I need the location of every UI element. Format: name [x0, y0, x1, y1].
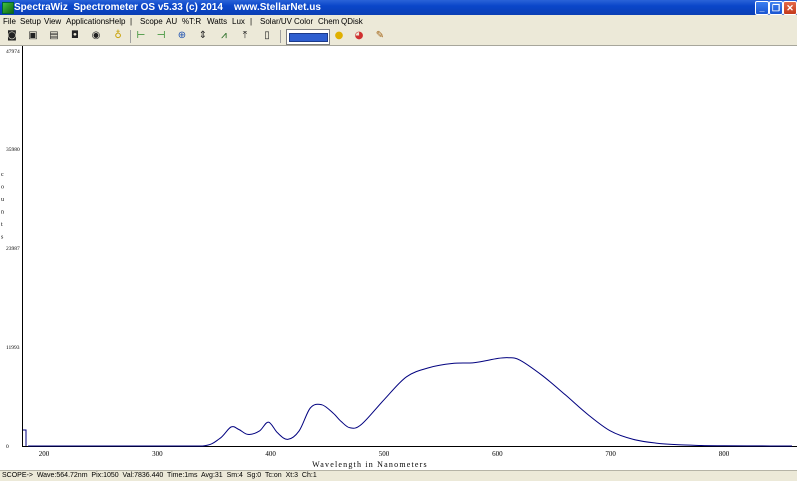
camera-icon[interactable]: ◙: [5, 29, 19, 43]
menu-lux[interactable]: Lux: [232, 15, 245, 28]
page-icon[interactable]: ▯: [260, 29, 274, 43]
x-tick-labels: 200 300 400 500 600 700 800: [39, 450, 730, 458]
status-bar: SCOPE-> Wave:564.72nm Pix:1050 Val:7836.…: [0, 470, 797, 481]
menu-separator: |: [130, 17, 133, 26]
y-axis-label-letter: o: [1, 185, 4, 191]
snapshot-icon[interactable]: ◘: [68, 29, 82, 43]
y-tick-labels: 0 11993 23987 35980 47974: [6, 49, 20, 450]
title-bar[interactable]: SpectraWiz Spectrometer OS v5.33 (c) 201…: [0, 0, 797, 15]
circle-icon[interactable]: ●: [332, 29, 346, 43]
y-axis-label-letter: t: [1, 222, 3, 228]
toolbar: ◙ ▣ ▤ ◘ ◉ ♁ ⊢ ⊣ ⊕ ⇕ ⩘ ⤒ ▯ ● ◕ ✎: [0, 28, 797, 46]
start-marker: [23, 429, 27, 446]
menu-color[interactable]: Color: [294, 15, 313, 28]
menu-view[interactable]: View: [44, 15, 61, 28]
print-icon[interactable]: ▤: [47, 29, 61, 43]
x-tick-label: 300: [152, 450, 163, 458]
autoscale-y-icon[interactable]: ⇕: [196, 29, 210, 43]
y-axis-label-letter: n: [1, 210, 4, 216]
menu-watts[interactable]: Watts: [207, 15, 227, 28]
x-tick-label: 800: [719, 450, 730, 458]
spectrum-line: [28, 357, 793, 447]
color-swatch-fill: [289, 33, 328, 42]
y-tick-label: 35980: [6, 147, 20, 153]
spectrum-plot[interactable]: 0 11993 23987 35980 47974 200 300 400 500 600 700…: [0, 46, 797, 470]
menu-bar: File Setup View Applications Help | Scop…: [0, 15, 797, 28]
spectrum-chart[interactable]: 0 11993 23987 35980 47974 200 300 400 500 600 700…: [0, 46, 797, 470]
x-tick-label: 600: [492, 450, 503, 458]
cursor-right-icon[interactable]: ⊣: [154, 29, 168, 43]
y-axis-label-letter: u: [1, 197, 4, 203]
x-tick-label: 400: [265, 450, 276, 458]
menu-applications[interactable]: Applications: [66, 15, 109, 28]
menu-au[interactable]: AU: [166, 15, 177, 28]
autoscale-icon[interactable]: ⤒: [238, 29, 252, 43]
zoom-icon[interactable]: ⊕: [175, 29, 189, 43]
menu-solar-uv[interactable]: Solar/UV: [260, 15, 292, 28]
bulb-icon[interactable]: ♁: [111, 29, 125, 43]
toolbar-separator-2: [280, 30, 281, 43]
menu-setup[interactable]: Setup: [20, 15, 41, 28]
color-wheel-icon[interactable]: ◕: [352, 29, 366, 43]
x-tick-label: 700: [605, 450, 616, 458]
menu-help[interactable]: Help: [109, 15, 125, 28]
menu-transmission[interactable]: %T:R: [182, 15, 201, 28]
y-tick-label: 0: [6, 444, 9, 450]
y-axis-label: c ou nt s: [1, 172, 4, 241]
y-tick-label: 47974: [6, 49, 20, 55]
menu-chem[interactable]: Chem: [318, 15, 339, 28]
save-icon[interactable]: ▣: [26, 29, 40, 43]
peak-icon[interactable]: ⩘: [217, 29, 231, 43]
maximize-button[interactable]: ❐: [769, 1, 783, 15]
menu-scope[interactable]: Scope: [140, 15, 163, 28]
color-swatch[interactable]: [286, 29, 330, 45]
eye-icon[interactable]: ◉: [89, 29, 103, 43]
toolbar-separator: [130, 30, 131, 43]
minimize-button[interactable]: _: [755, 1, 769, 15]
y-tick-label: 11993: [6, 345, 20, 351]
x-axis-label: Wavelength in Nanometers: [312, 460, 428, 469]
menu-file[interactable]: File: [3, 15, 16, 28]
menu-separator-2: |: [250, 17, 253, 26]
y-axis-label-letter: c: [1, 172, 4, 178]
cursor-left-icon[interactable]: ⊢: [134, 29, 148, 43]
menu-qdisk[interactable]: QDisk: [341, 15, 363, 28]
close-button[interactable]: ✕: [783, 1, 797, 15]
x-tick-label: 500: [379, 450, 390, 458]
app-icon: [2, 2, 14, 14]
x-tick-label: 200: [39, 450, 50, 458]
window-title: SpectraWiz Spectrometer OS v5.33 (c) 201…: [14, 2, 321, 13]
pencil-icon[interactable]: ✎: [373, 29, 387, 43]
y-axis-label-letter: s: [1, 235, 4, 241]
y-tick-label: 23987: [6, 246, 20, 252]
